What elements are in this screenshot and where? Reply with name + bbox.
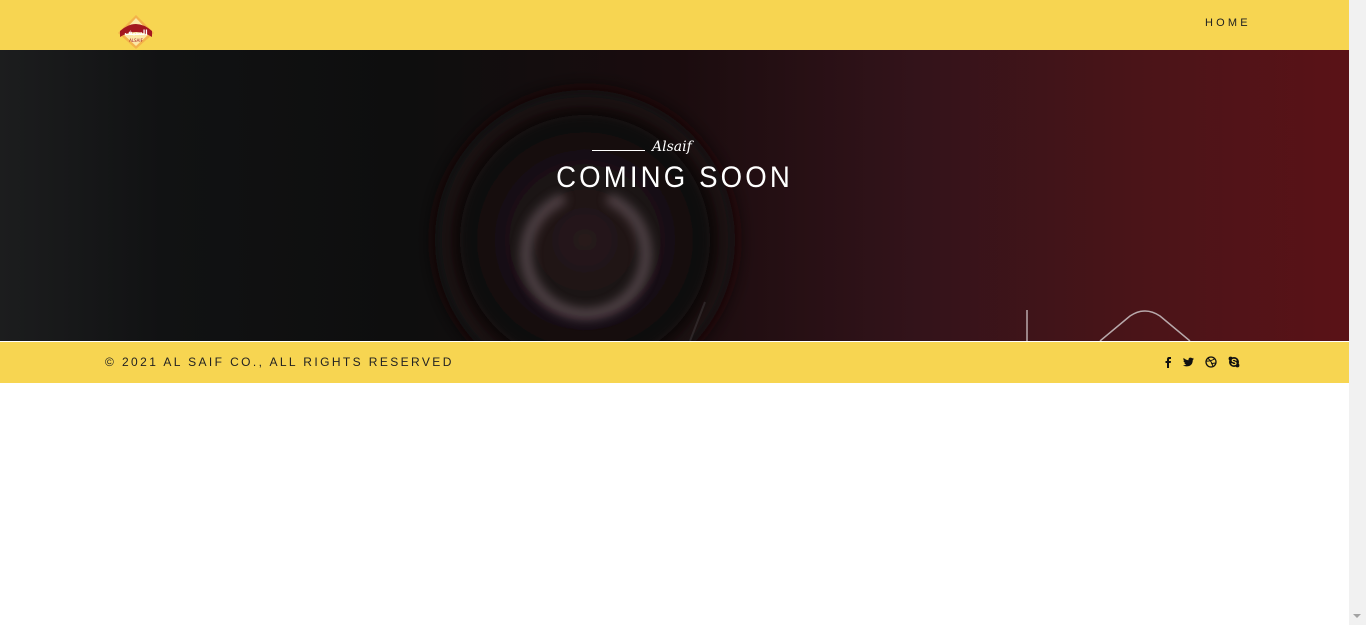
page: السيف ALSAIF HOME Alsaif COMING SOON © 2… — [0, 0, 1349, 625]
hero-kicker: Alsaif — [652, 139, 692, 155]
brand-logo[interactable]: السيف ALSAIF — [116, 13, 156, 49]
twitter-icon[interactable] — [1180, 354, 1196, 370]
skype-icon[interactable] — [1226, 354, 1242, 370]
hero-banner: Alsaif COMING SOON — [0, 50, 1349, 341]
power-button-background-image — [435, 90, 1191, 341]
scroll-down-arrow-icon[interactable] — [1353, 614, 1361, 618]
kicker-divider — [592, 150, 645, 151]
hero-title: COMING SOON — [556, 161, 793, 194]
svg-text:السيف: السيف — [124, 29, 147, 37]
top-navbar: السيف ALSAIF HOME — [0, 0, 1349, 50]
vertical-scrollbar[interactable] — [1349, 0, 1366, 625]
copyright-text: © 2021 AL SAIF CO., ALL RIGHTS RESERVED — [105, 355, 454, 369]
footer-bar: © 2021 AL SAIF CO., ALL RIGHTS RESERVED — [0, 342, 1349, 383]
dribbble-icon[interactable] — [1203, 354, 1219, 370]
nav-home-link[interactable]: HOME — [1205, 17, 1251, 29]
svg-text:ALSAIF: ALSAIF — [129, 38, 143, 43]
facebook-icon[interactable] — [1160, 354, 1176, 370]
